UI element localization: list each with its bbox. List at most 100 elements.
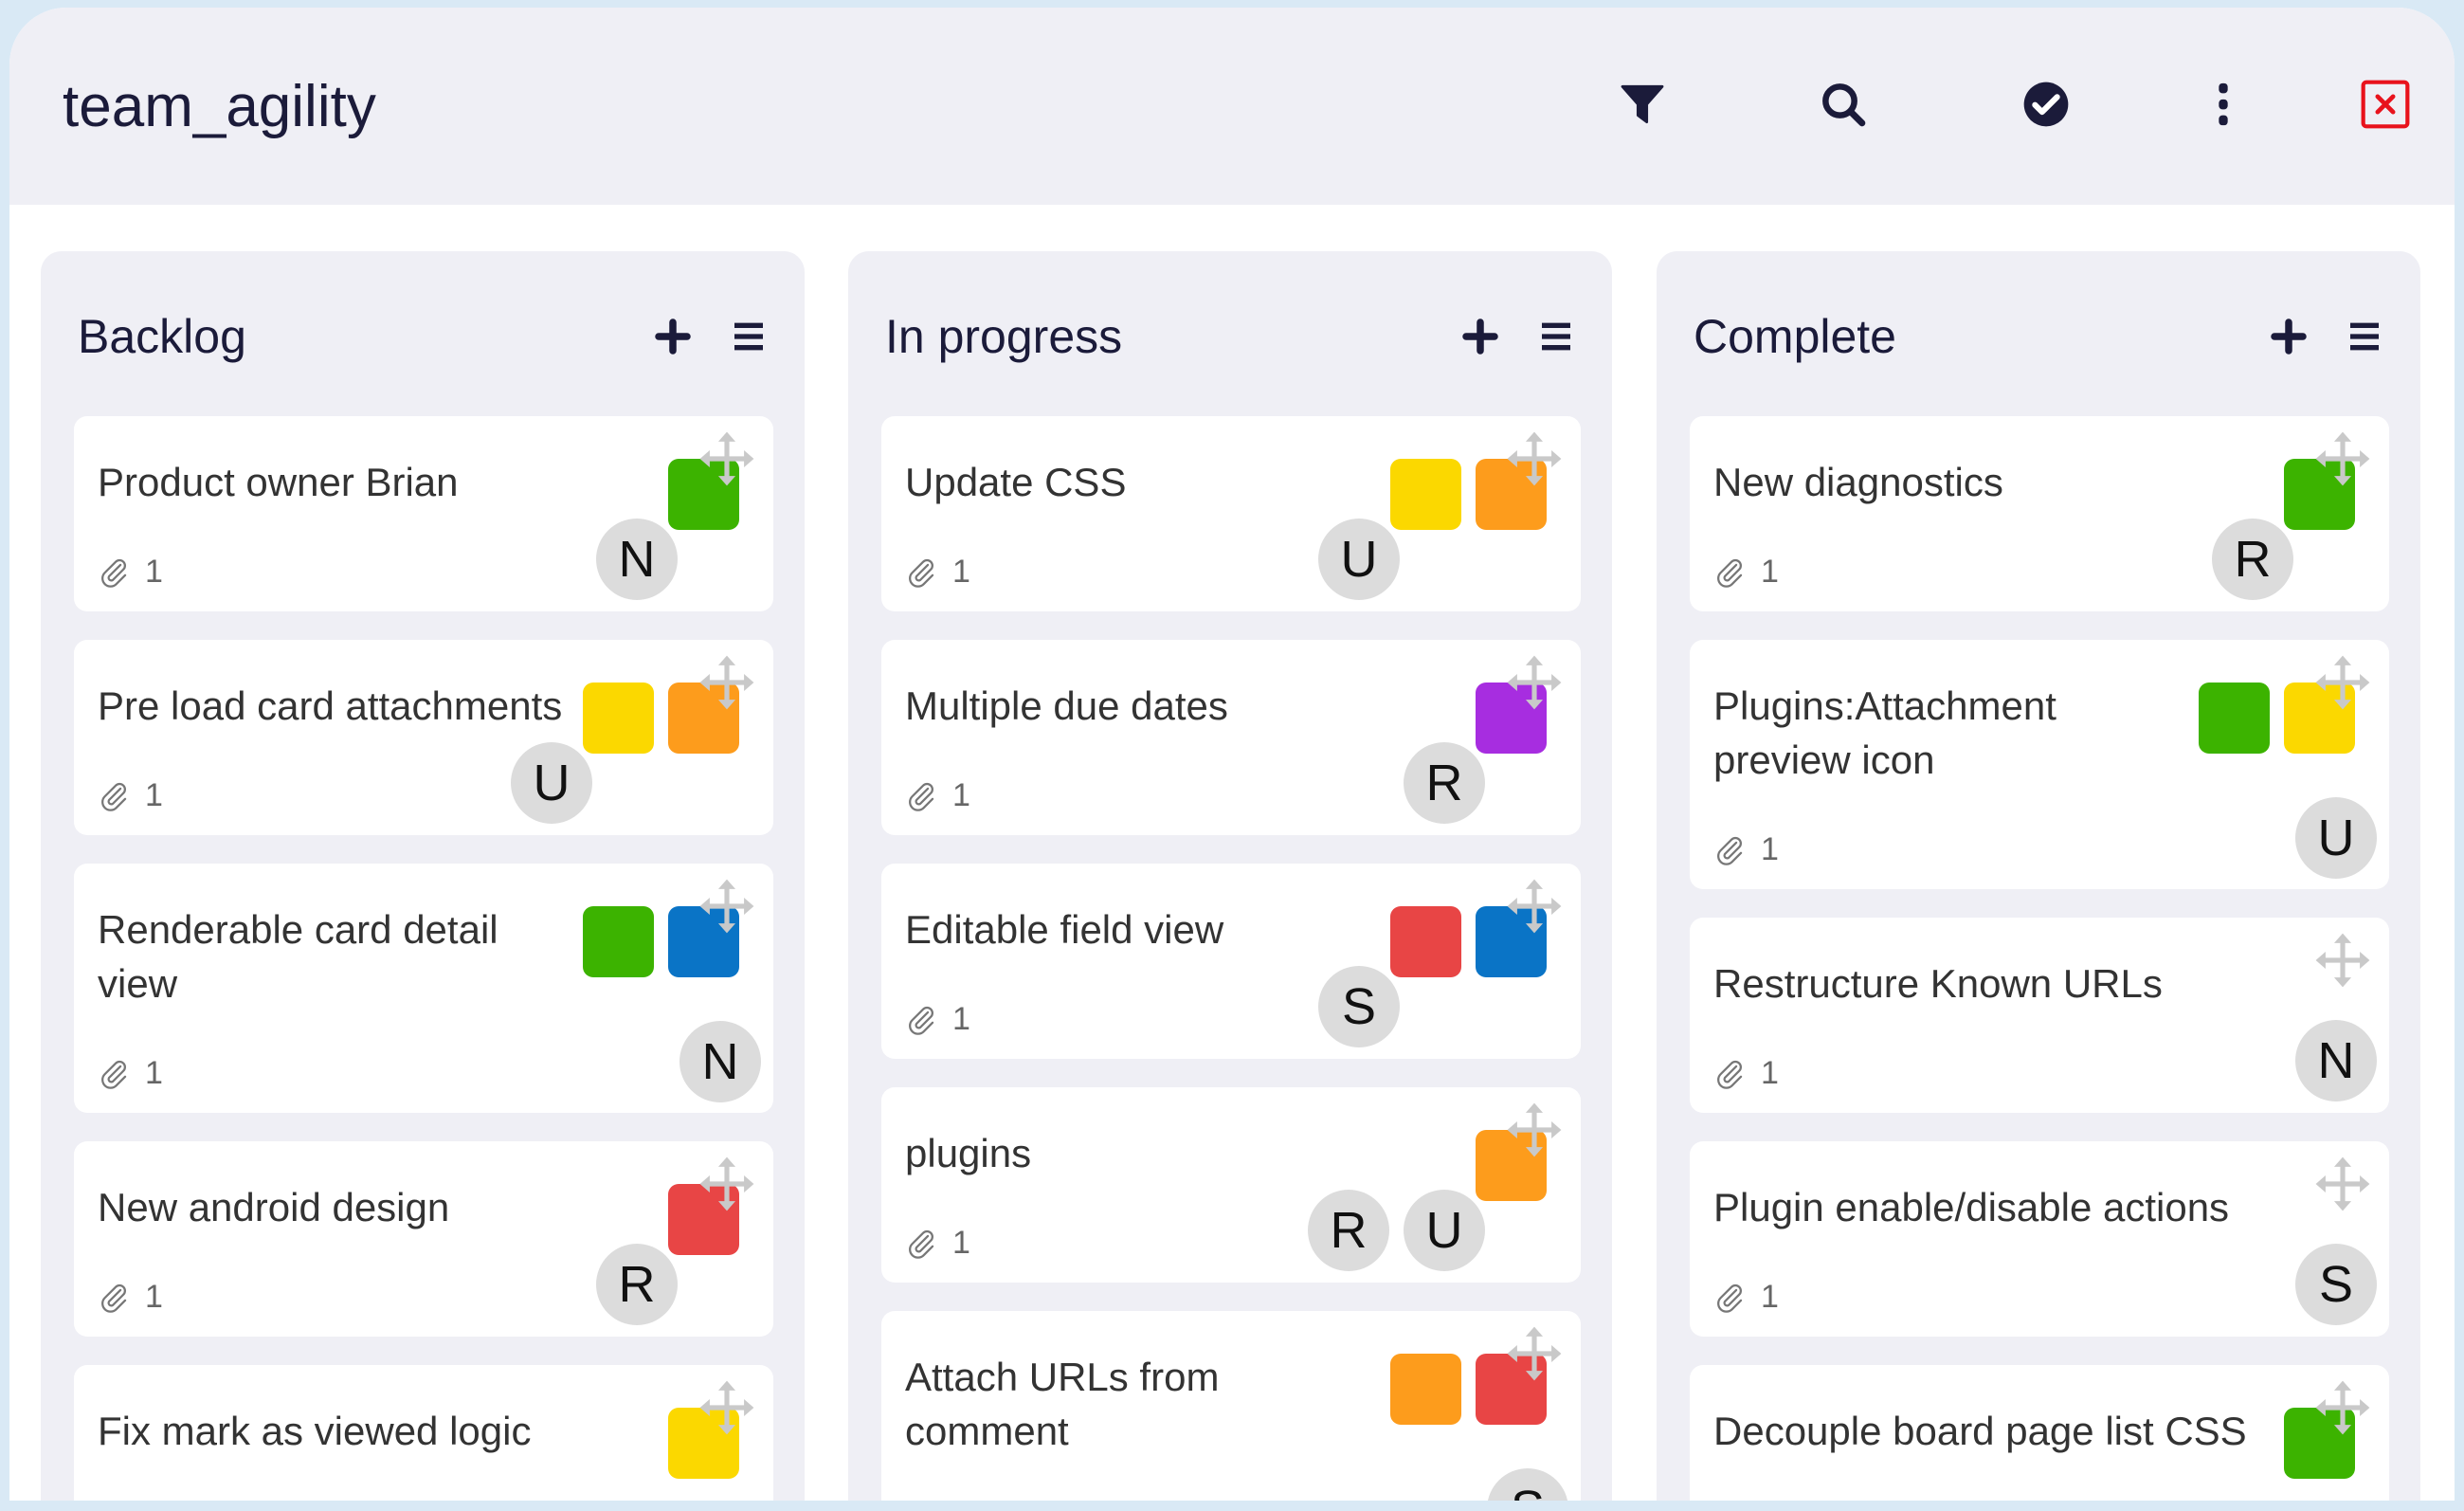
move-icon[interactable] bbox=[698, 429, 756, 488]
board-columns: Backlog Product owner Brian 1 N Pre load car… bbox=[9, 205, 2455, 1501]
move-icon[interactable] bbox=[698, 1155, 756, 1213]
member-avatar[interactable]: N bbox=[596, 519, 678, 600]
attachment-count-value: 1 bbox=[952, 553, 970, 590]
column-menu-button[interactable] bbox=[728, 316, 770, 357]
move-icon[interactable] bbox=[698, 653, 756, 712]
move-icon[interactable] bbox=[1505, 1324, 1564, 1383]
add-card-button[interactable] bbox=[2268, 316, 2310, 357]
label-tag[interactable] bbox=[1390, 906, 1461, 977]
card[interactable]: Decouple board page list CSS bbox=[1690, 1365, 2389, 1501]
attachment-count-value: 1 bbox=[145, 553, 163, 590]
label-tag[interactable] bbox=[583, 683, 654, 754]
attachment-count-value: 1 bbox=[952, 776, 970, 813]
label-tag[interactable] bbox=[2199, 683, 2270, 754]
column-header: Complete bbox=[1694, 308, 2385, 365]
card-title: Update CSS bbox=[905, 460, 1127, 504]
attachment-count-value: 1 bbox=[145, 776, 163, 813]
move-icon[interactable] bbox=[2313, 931, 2372, 990]
card[interactable]: Plugins:Attachment preview icon 1 U bbox=[1690, 640, 2389, 889]
label-tag[interactable] bbox=[1390, 1354, 1461, 1425]
column-title: In progress bbox=[885, 310, 1123, 363]
card[interactable]: Pre load card attachments 1 U bbox=[74, 640, 773, 835]
complete-button[interactable] bbox=[2018, 76, 2074, 133]
move-icon[interactable] bbox=[1505, 653, 1564, 712]
card-title: Decouple board page list CSS bbox=[1713, 1409, 2247, 1453]
more-options-button[interactable] bbox=[2195, 76, 2252, 133]
paperclip-icon bbox=[1713, 1281, 1761, 1313]
move-icon[interactable] bbox=[698, 1378, 756, 1437]
member-avatar[interactable]: R bbox=[1308, 1190, 1389, 1271]
member-avatar[interactable]: U bbox=[2295, 797, 2377, 879]
column-menu-button[interactable] bbox=[2344, 316, 2385, 357]
search-button[interactable] bbox=[1815, 76, 1872, 133]
member-avatar[interactable]: S bbox=[1318, 966, 1400, 1047]
move-icon[interactable] bbox=[698, 877, 756, 936]
move-icon[interactable] bbox=[1505, 429, 1564, 488]
close-button[interactable] bbox=[2357, 76, 2414, 133]
member-avatar[interactable]: S bbox=[2295, 1244, 2377, 1325]
card-title: plugins bbox=[905, 1131, 1032, 1175]
card-title: Multiple due dates bbox=[905, 683, 1228, 728]
menu-icon bbox=[2346, 318, 2383, 355]
card[interactable]: Attach URLs from comment S bbox=[881, 1311, 1581, 1501]
card-members: N bbox=[679, 1021, 761, 1102]
card[interactable]: Update CSS 1 U bbox=[881, 416, 1581, 611]
menu-icon bbox=[1537, 318, 1575, 355]
check-circle-icon bbox=[2023, 82, 2069, 127]
plus-icon bbox=[654, 318, 692, 355]
paperclip-icon bbox=[98, 555, 145, 588]
member-avatar[interactable]: R bbox=[596, 1244, 678, 1325]
member-avatar[interactable]: U bbox=[1404, 1190, 1485, 1271]
column-title: Complete bbox=[1694, 310, 1896, 363]
column-complete: Complete New diagnostics 1 R Plugins:Attachm… bbox=[1657, 251, 2420, 1501]
card[interactable]: Renderable card detail view 1 N bbox=[74, 864, 773, 1113]
attachment-count: 1 bbox=[98, 776, 773, 814]
move-icon[interactable] bbox=[2313, 1378, 2372, 1437]
card-members: N bbox=[2295, 1020, 2377, 1101]
card-members: S bbox=[1318, 966, 1400, 1047]
card[interactable]: New android design 1 R bbox=[74, 1141, 773, 1337]
member-avatar[interactable]: U bbox=[511, 742, 592, 824]
attachment-count: 1 bbox=[905, 553, 1581, 591]
add-card-button[interactable] bbox=[652, 316, 694, 357]
card[interactable]: Restructure Known URLs 1 N bbox=[1690, 918, 2389, 1113]
move-icon[interactable] bbox=[2313, 1155, 2372, 1213]
card-members: U bbox=[1318, 519, 1400, 600]
card-members: U bbox=[2295, 797, 2377, 879]
card[interactable]: plugins 1 R U bbox=[881, 1087, 1581, 1283]
card[interactable]: Multiple due dates 1 R bbox=[881, 640, 1581, 835]
card[interactable]: Product owner Brian 1 N bbox=[74, 416, 773, 611]
member-avatar[interactable]: R bbox=[1404, 742, 1485, 824]
member-avatar[interactable]: U bbox=[1318, 519, 1400, 600]
paperclip-icon bbox=[98, 1057, 145, 1089]
add-card-button[interactable] bbox=[1459, 316, 1501, 357]
member-avatar[interactable]: N bbox=[2295, 1020, 2377, 1101]
move-icon[interactable] bbox=[1505, 1101, 1564, 1159]
attachment-count-value: 1 bbox=[145, 1278, 163, 1315]
card-title: Restructure Known URLs bbox=[1713, 961, 2163, 1006]
member-avatar[interactable]: S bbox=[1487, 1468, 1568, 1501]
attachment-count-value: 1 bbox=[145, 1054, 163, 1091]
attachment-count-value: 1 bbox=[952, 1224, 970, 1261]
card[interactable]: Editable field view 1 S bbox=[881, 864, 1581, 1059]
column-backlog: Backlog Product owner Brian 1 N Pre load car… bbox=[41, 251, 805, 1501]
move-icon[interactable] bbox=[2313, 429, 2372, 488]
move-icon[interactable] bbox=[1505, 877, 1564, 936]
move-icon[interactable] bbox=[2313, 653, 2372, 712]
card-members: U bbox=[511, 742, 592, 824]
card-title: Plugin enable/disable actions bbox=[1713, 1185, 2230, 1229]
member-avatar[interactable]: N bbox=[679, 1021, 761, 1102]
card-members: RU bbox=[1308, 1190, 1485, 1271]
menu-icon bbox=[730, 318, 768, 355]
paperclip-icon bbox=[1713, 555, 1761, 588]
card[interactable]: New diagnostics 1 R bbox=[1690, 416, 2389, 611]
column-menu-button[interactable] bbox=[1535, 316, 1577, 357]
label-tag[interactable] bbox=[1390, 459, 1461, 530]
card[interactable]: Plugin enable/disable actions 1 S bbox=[1690, 1141, 2389, 1337]
card[interactable]: Fix mark as viewed logic bbox=[74, 1365, 773, 1501]
member-avatar[interactable]: R bbox=[2212, 519, 2293, 600]
column-header: Backlog bbox=[78, 308, 770, 365]
close-icon bbox=[2361, 80, 2410, 129]
label-tag[interactable] bbox=[583, 906, 654, 977]
filter-button[interactable] bbox=[1614, 76, 1671, 133]
